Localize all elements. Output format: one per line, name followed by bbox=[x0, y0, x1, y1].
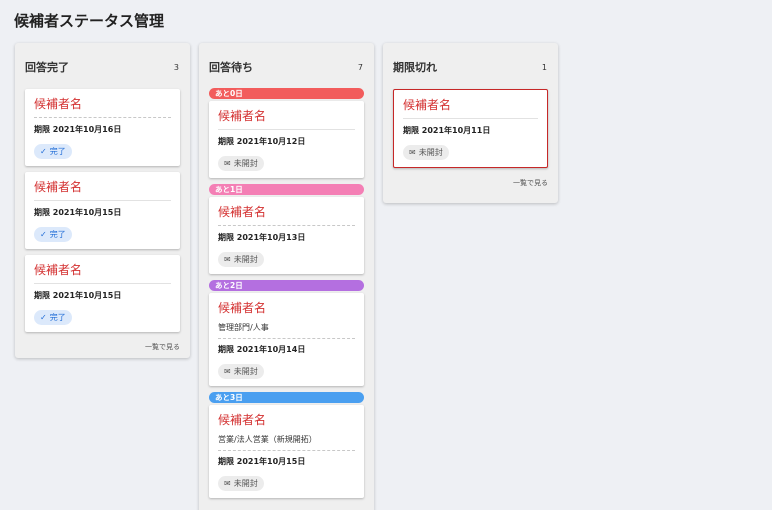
column-count: 3 bbox=[173, 62, 179, 72]
unopened-mail-icon: ✉ bbox=[409, 148, 416, 157]
column-title: 回答待ち bbox=[209, 61, 253, 74]
see-all-link[interactable]: 一覧で見る bbox=[25, 342, 180, 352]
days-left-badge: あと3日 bbox=[209, 392, 364, 403]
candidate-name[interactable]: 候補者名 bbox=[403, 96, 538, 119]
column-waiting: 回答待ち 7 あと0日 候補者名 期限 2021年10月12日 ✉ 未開封 あと… bbox=[199, 43, 374, 510]
candidate-name[interactable]: 候補者名 bbox=[218, 411, 355, 433]
status-chip-done: ✓ 完了 bbox=[34, 310, 72, 325]
column-expired: 期限切れ 1 候補者名 期限 2021年10月11日 ✉ 未開封 一覧で見る bbox=[383, 43, 558, 203]
column-header: 回答完了 3 bbox=[25, 43, 180, 89]
days-left-badge: あと0日 bbox=[209, 88, 364, 99]
candidate-name[interactable]: 候補者名 bbox=[34, 95, 171, 118]
candidate-name[interactable]: 候補者名 bbox=[218, 107, 355, 130]
deadline-group: あと2日 候補者名 管理部門/人事 期限 2021年10月14日 ✉ 未開封 bbox=[209, 280, 364, 386]
person-check-icon: ✓ bbox=[40, 230, 47, 239]
column-header: 期限切れ 1 bbox=[393, 43, 548, 89]
deadline-group: あと0日 候補者名 期限 2021年10月12日 ✉ 未開封 bbox=[209, 88, 364, 178]
status-label: 未開封 bbox=[233, 255, 258, 264]
candidate-card[interactable]: 候補者名 期限 2021年10月12日 ✉ 未開封 bbox=[209, 101, 364, 178]
column-title: 回答完了 bbox=[25, 61, 69, 74]
unopened-mail-icon: ✉ bbox=[224, 159, 231, 168]
column-title: 期限切れ bbox=[393, 61, 437, 74]
deadline: 期限 2021年10月11日 bbox=[403, 126, 491, 135]
column-header: 回答待ち 7 bbox=[209, 43, 364, 89]
deadline: 期限 2021年10月14日 bbox=[218, 345, 306, 354]
candidate-card[interactable]: 候補者名 管理部門/人事 期限 2021年10月14日 ✉ 未開封 bbox=[209, 293, 364, 386]
status-chip-unopened: ✉ 未開封 bbox=[218, 252, 264, 267]
candidate-name[interactable]: 候補者名 bbox=[218, 203, 355, 226]
column-count: 7 bbox=[357, 62, 363, 72]
status-chip-unopened: ✉ 未開封 bbox=[218, 364, 264, 379]
unopened-mail-icon: ✉ bbox=[224, 255, 231, 264]
department: 管理部門/人事 bbox=[218, 322, 355, 339]
page-title: 候補者ステータス管理 bbox=[14, 12, 165, 30]
deadline: 期限 2021年10月15日 bbox=[34, 291, 122, 300]
candidate-card[interactable]: 候補者名 期限 2021年10月15日 ✓ 完了 bbox=[25, 172, 180, 249]
status-label: 未開封 bbox=[233, 479, 258, 488]
department: 営業/法人営業（新規開拓） bbox=[218, 434, 355, 451]
status-label: 完了 bbox=[49, 230, 66, 239]
unopened-mail-icon: ✉ bbox=[224, 367, 231, 376]
status-chip-unopened: ✉ 未開封 bbox=[218, 156, 264, 171]
candidate-name[interactable]: 候補者名 bbox=[34, 178, 171, 201]
unopened-mail-icon: ✉ bbox=[224, 479, 231, 488]
candidate-card[interactable]: 候補者名 期限 2021年10月15日 ✓ 完了 bbox=[25, 255, 180, 332]
status-label: 完了 bbox=[49, 313, 66, 322]
candidate-card[interactable]: 候補者名 期限 2021年10月13日 ✉ 未開封 bbox=[209, 197, 364, 274]
status-chip-unopened: ✉ 未開封 bbox=[218, 476, 264, 491]
deadline: 期限 2021年10月15日 bbox=[34, 208, 122, 217]
deadline-group: あと1日 候補者名 期限 2021年10月13日 ✉ 未開封 bbox=[209, 184, 364, 274]
candidate-card[interactable]: 候補者名 営業/法人営業（新規開拓） 期限 2021年10月15日 ✉ 未開封 bbox=[209, 405, 364, 498]
deadline: 期限 2021年10月13日 bbox=[218, 233, 306, 242]
candidate-card[interactable]: 候補者名 期限 2021年10月16日 ✓ 完了 bbox=[25, 89, 180, 166]
days-left-badge: あと2日 bbox=[209, 280, 364, 291]
candidate-card[interactable]: 候補者名 期限 2021年10月11日 ✉ 未開封 bbox=[393, 89, 548, 168]
status-label: 未開封 bbox=[233, 367, 258, 376]
candidate-name[interactable]: 候補者名 bbox=[218, 299, 355, 321]
deadline: 期限 2021年10月15日 bbox=[218, 457, 306, 466]
status-label: 未開封 bbox=[233, 159, 258, 168]
status-label: 未開封 bbox=[418, 148, 443, 157]
person-check-icon: ✓ bbox=[40, 313, 47, 322]
deadline: 期限 2021年10月16日 bbox=[34, 125, 122, 134]
column-answered: 回答完了 3 候補者名 期限 2021年10月16日 ✓ 完了 候補者名 期限 … bbox=[15, 43, 190, 358]
days-left-badge: あと1日 bbox=[209, 184, 364, 195]
column-count: 1 bbox=[541, 62, 547, 72]
status-label: 完了 bbox=[49, 147, 66, 156]
person-check-icon: ✓ bbox=[40, 147, 47, 156]
status-chip-done: ✓ 完了 bbox=[34, 227, 72, 242]
deadline: 期限 2021年10月12日 bbox=[218, 137, 306, 146]
status-chip-unopened: ✉ 未開封 bbox=[403, 145, 449, 160]
status-chip-done: ✓ 完了 bbox=[34, 144, 72, 159]
see-all-link[interactable]: 一覧で見る bbox=[393, 178, 548, 188]
deadline-group: あと3日 候補者名 営業/法人営業（新規開拓） 期限 2021年10月15日 ✉… bbox=[209, 392, 364, 498]
candidate-name[interactable]: 候補者名 bbox=[34, 261, 171, 284]
